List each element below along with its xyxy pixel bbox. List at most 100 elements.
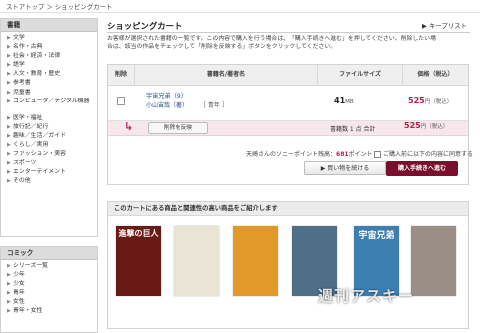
sidebar-item-label: 旅行記／紀行 <box>13 123 49 130</box>
sidebar-item[interactable]: ▶ 人文・教育・歴史 <box>1 70 97 79</box>
sidebar-item[interactable]: ▶ ファッション・美容 <box>1 150 97 159</box>
sidebar-item[interactable]: ▶ 青年・女性 <box>1 307 97 316</box>
points-prefix: 天崎さんのソニーポイント残高： <box>246 151 337 158</box>
bullet-icon: ▶ <box>7 114 11 121</box>
sidebar: 書籍 ▶ 文学 ▶ 名作・古典 ▶ 社会・経済・法律 ▶ 語学 ▶ 人文・教育・歴史 ▶ 参考書 ▶ 児童… <box>0 16 98 333</box>
sidebar-item-label: 文学 <box>13 35 25 41</box>
sidebar-books-section: 書籍 ▶ 文学 ▶ 名作・古典 ▶ 社会・経済・法律 ▶ 語学 ▶ 人文・教育・歴史 ▶ 参考書 ▶ 児童… <box>0 18 98 237</box>
cart-table-header: 削除 書籍名/著者名 ファイルサイズ 価格（税込） <box>108 65 468 86</box>
related-book-cover[interactable]: 進撃の巨人 <box>116 226 161 296</box>
bullet-icon: ▶ <box>7 290 11 297</box>
agree-label: ご購入前に以下の内容に同意する <box>383 151 474 158</box>
bullet-icon: ▶ <box>7 281 11 288</box>
bullet-icon: ▶ <box>7 169 11 176</box>
related-heading: このカートにある商品と関連性の高い商品をご紹介します <box>108 202 468 216</box>
bullet-icon: ▶ <box>7 308 11 315</box>
sidebar-item-label: 名作・古典 <box>13 44 43 51</box>
sidebar-comics-section: コミック ▶ シリーズ一覧 ▶ 少年 ▶ 少女 ▶ 青年 ▶ 女性 ▶ 青年・女性 <box>0 246 98 333</box>
summary-total: 525円（税込） <box>404 121 448 130</box>
sidebar-item-label: 青年 <box>13 290 25 297</box>
checkout-button[interactable]: 購入手続きへ進む <box>386 161 458 176</box>
bullet-icon: ▶ <box>7 35 11 41</box>
sidebar-item[interactable]: ▶ その他 <box>1 177 97 186</box>
sidebar-item-label: 趣味／生活／ガイド <box>13 132 67 139</box>
sidebar-item[interactable]: ▶ スポーツ <box>1 159 97 168</box>
sidebar-item[interactable]: ▶ シリーズ一覧 <box>1 262 97 271</box>
sidebar-item[interactable]: ▶ 旅行記／紀行 <box>1 123 97 132</box>
continue-shopping-button[interactable]: ▶ 買い物を続ける <box>304 161 386 175</box>
sidebar-books-list: ▶ 文学 ▶ 名作・古典 ▶ 社会・経済・法律 ▶ 語学 ▶ 人文・教育・歴史 ▶ 参考書 ▶ 児童書 ▶ コ… <box>1 34 97 186</box>
sidebar-item[interactable]: ▶ 女性 <box>1 298 97 307</box>
sidebar-item[interactable]: ▶ 医学・福祉 <box>1 114 97 123</box>
related-products: このカートにある商品と関連性の高い商品をご紹介します 進撃の巨人 宇宙兄弟 <box>107 201 469 329</box>
header-file-size: ファイルサイズ <box>339 71 381 78</box>
sidebar-item-label: 少女 <box>13 281 25 288</box>
sidebar-item[interactable]: ▶ くらし／実用 <box>1 141 97 150</box>
return-arrow-icon: ↳ <box>124 120 134 133</box>
page-title: ショッピングカート <box>107 21 183 31</box>
book-author-link[interactable]: 小山宙哉（著） <box>146 100 188 109</box>
sidebar-item-label: くらし／実用 <box>13 141 49 148</box>
points-balance: 天崎さんのソニーポイント残高：681ポイント <box>246 149 373 158</box>
sidebar-item[interactable]: ▶ 社会・経済・法律 <box>1 52 97 61</box>
breadcrumb[interactable]: ストアトップ ＞ ショッピングカート <box>6 2 112 11</box>
book-title-link[interactable]: 宇宙兄弟（9） <box>146 91 187 100</box>
cart-item-row: 宇宙兄弟（9） 小山宙哉（著） ［ 青年 ］ 41MB 525円（税込） <box>108 85 468 121</box>
bullet-icon: ▶ <box>7 62 11 69</box>
bullet-icon: ▶ <box>7 160 11 167</box>
cover-title: 進撃の巨人 <box>118 229 159 238</box>
remove-button[interactable]: 削除を反映 <box>148 122 208 134</box>
points-suffix: ポイント <box>348 151 373 158</box>
related-book-cover[interactable] <box>233 226 278 296</box>
arrow-right-icon: ▶ <box>422 22 427 30</box>
sidebar-item-label: 人文・教育・歴史 <box>13 71 61 78</box>
sidebar-item[interactable]: ▶ 語学 <box>1 61 97 70</box>
related-book-cover[interactable] <box>174 226 219 296</box>
file-size-value: 41 <box>334 96 346 105</box>
watermark-text: 週刊アスキー <box>318 287 415 305</box>
sidebar-item[interactable]: ▶ 少女 <box>1 280 97 289</box>
sidebar-item-label: 語学 <box>13 62 25 69</box>
bullet-icon: ▶ <box>7 71 11 78</box>
sidebar-item[interactable]: ▶ 参考書 <box>1 79 97 88</box>
sidebar-item-label: 医学・福祉 <box>13 114 43 121</box>
sidebar-item-label: コンピュータ／デジタル機器 <box>13 97 90 104</box>
sidebar-item[interactable]: ▶ コンピュータ／デジタル機器 <box>1 98 97 114</box>
sidebar-comics-list: ▶ シリーズ一覧 ▶ 少年 ▶ 少女 ▶ 青年 ▶ 女性 ▶ 青年・女性 <box>1 262 97 317</box>
summary-total-value: 525 <box>404 121 421 130</box>
delete-checkbox[interactable] <box>117 97 125 105</box>
cart-table: 削除 書籍名/著者名 ファイルサイズ 価格（税込） 宇宙兄弟（9） 小山宙哉（著… <box>107 64 473 185</box>
points-value: 681 <box>336 151 349 158</box>
file-size-unit: MB <box>345 99 354 105</box>
related-book-cover[interactable] <box>411 226 456 296</box>
sidebar-item[interactable]: ▶ エンターテイメント <box>1 168 97 177</box>
header-delete: 削除 <box>114 71 127 78</box>
bullet-icon: ▶ <box>7 44 11 51</box>
bullet-icon: ▶ <box>7 272 11 279</box>
sidebar-item[interactable]: ▶ 趣味／生活／ガイド <box>1 132 97 141</box>
item-price: 525円（税込） <box>408 96 452 105</box>
title-divider <box>107 32 470 33</box>
summary-total-tax: （税込） <box>426 124 449 130</box>
book-genre: ［ 青年 ］ <box>200 102 228 109</box>
bullet-icon: ▶ <box>7 151 11 158</box>
sidebar-item-label: スポーツ <box>13 160 37 167</box>
bullet-icon: ▶ <box>7 53 11 60</box>
agree-checkbox-row[interactable]: ご購入前に以下の内容に同意する <box>374 149 473 158</box>
sidebar-item[interactable]: ▶ 文学 <box>1 34 97 43</box>
sidebar-item[interactable]: ▶ 名作・古典 <box>1 43 97 52</box>
agree-checkbox[interactable] <box>374 151 381 158</box>
sidebar-item-label: ファッション・美容 <box>13 151 67 158</box>
cart-summary-row: ↳ 削除を反映 書籍数 1 点 合計 525円（税込） <box>108 120 468 136</box>
bullet-icon: ▶ <box>7 89 11 96</box>
bullet-icon: ▶ <box>7 80 11 87</box>
sidebar-item[interactable]: ▶ 青年 <box>1 289 97 298</box>
sidebar-item[interactable]: ▶ 少年 <box>1 271 97 280</box>
wishlist-link[interactable]: ▶ キープリスト <box>422 21 467 30</box>
item-price-tax: （税込） <box>430 99 453 105</box>
file-size: 41MB <box>334 96 354 105</box>
sidebar-item-label: シリーズ一覧 <box>13 263 49 269</box>
breadcrumb-divider <box>0 12 480 13</box>
bullet-icon: ▶ <box>7 263 11 269</box>
sidebar-item[interactable]: ▶ 児童書 <box>1 89 97 98</box>
